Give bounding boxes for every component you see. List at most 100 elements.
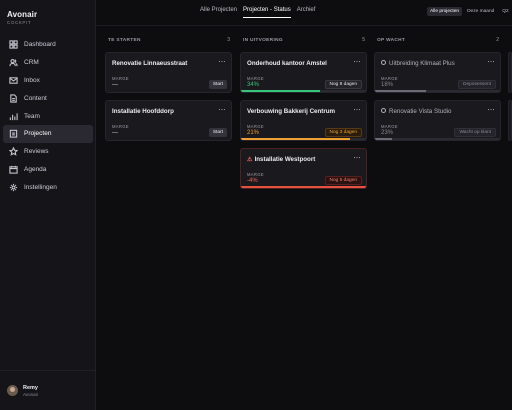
more-icon[interactable]: ⋯ xyxy=(354,154,361,162)
card-title: Verbouwing Bakkerij Centrum xyxy=(247,108,336,115)
margin-label: MARGE xyxy=(112,124,129,129)
paused-icon xyxy=(381,108,386,114)
paused-icon xyxy=(381,60,386,66)
sidebar-item-label: Instellingen xyxy=(24,183,57,191)
sidebar-item-label: CRM xyxy=(24,59,39,67)
more-icon[interactable]: ⋯ xyxy=(488,106,495,114)
sidebar-item-label: Team xyxy=(24,112,40,120)
sidebar-item-label: Content xyxy=(24,94,47,102)
margin-label: MARGE xyxy=(381,124,398,129)
card-title: Renovatie Vista Studio xyxy=(381,108,452,115)
deadline-badge: Nog 3 dagen xyxy=(324,128,362,137)
card-title: Installatie Hoofddorp xyxy=(112,108,174,115)
sidebar-item-dashboard[interactable]: Dashboard xyxy=(3,36,93,54)
sidebar: Avonair COCKPIT Dashboard CRM Inbox Cont… xyxy=(0,0,96,410)
sidebar-item-label: Reviews xyxy=(24,148,49,156)
column-title: OP WACHT xyxy=(377,37,406,43)
card-title: Renovatie Linnaeusstraat xyxy=(112,60,188,67)
column-title: TE STARTEN xyxy=(108,37,141,43)
brand-name: Avonair xyxy=(7,10,38,19)
sidebar-item-instellingen[interactable]: Instellingen xyxy=(3,178,93,196)
sidebar-item-label: Inbox xyxy=(24,76,40,84)
progress-bar xyxy=(241,90,366,92)
column-count: 2 xyxy=(496,37,499,43)
project-card[interactable]: Onderhoud kantoor Amstel ⋯ MARGE 34% Nog… xyxy=(240,52,367,93)
progress-fill xyxy=(375,138,392,140)
margin-value: — xyxy=(112,130,118,136)
top-bar: Alle Projecten Projecten - Status Archie… xyxy=(96,0,512,26)
calendar-icon xyxy=(8,164,18,174)
sidebar-item-crm[interactable]: CRM xyxy=(3,54,93,72)
progress-fill xyxy=(241,138,351,140)
team-icon xyxy=(8,111,18,121)
filter-q2[interactable]: Q2 xyxy=(499,7,511,16)
margin-value: 18% xyxy=(381,82,394,88)
clipboard-icon xyxy=(8,129,18,139)
sidebar-item-content[interactable]: Content xyxy=(3,89,93,107)
dashboard-icon xyxy=(8,40,18,50)
more-icon[interactable]: ⋯ xyxy=(488,58,495,66)
margin-value: 34% xyxy=(247,82,260,88)
tab-alle-projecten[interactable]: Alle Projecten xyxy=(200,7,237,18)
progress-bar xyxy=(241,186,366,188)
status-badge: Wacht op klant xyxy=(454,128,496,137)
margin-label: MARGE xyxy=(247,124,264,129)
progress-bar xyxy=(375,138,500,140)
column-header: IN UITVOERING 5 xyxy=(240,32,367,48)
deadline-badge: Nog 8 dagen xyxy=(324,80,362,89)
column-count: 3 xyxy=(227,37,230,43)
more-icon[interactable]: ⋯ xyxy=(354,106,361,114)
more-icon[interactable]: ⋯ xyxy=(354,58,361,66)
sidebar-item-inbox[interactable]: Inbox xyxy=(3,72,93,90)
project-card[interactable]: Installatie Hoofddorp ⋯ MARGE — Start xyxy=(105,100,232,141)
column-title: IN UITVOERING xyxy=(243,37,283,43)
project-card[interactable]: ⚠ Installatie Westpoort ⋯ MARGE -4% Nog 5… xyxy=(240,148,367,189)
tab-projecten-status[interactable]: Projecten - Status xyxy=(243,7,291,18)
project-card[interactable]: Renovatie Linnaeusstraat ⋯ MARGE — Start xyxy=(105,52,232,93)
more-icon[interactable]: ⋯ xyxy=(219,106,226,114)
sidebar-item-team[interactable]: Team xyxy=(3,107,93,125)
progress-bar xyxy=(375,90,500,92)
margin-label: MARGE xyxy=(247,172,264,177)
user-name: Remy xyxy=(23,384,38,391)
brand[interactable]: Avonair COCKPIT xyxy=(7,10,37,25)
sidebar-item-label: Projecten xyxy=(24,130,52,138)
user-org: Avonair xyxy=(23,391,39,397)
project-card[interactable] xyxy=(508,100,512,141)
progress-fill xyxy=(241,90,320,92)
progress-fill xyxy=(375,90,426,92)
margin-value: 23% xyxy=(381,130,394,136)
card-title: Onderhoud kantoor Amstel xyxy=(247,60,327,67)
sidebar-item-agenda[interactable]: Agenda xyxy=(3,161,93,179)
project-card[interactable]: Renovatie Vista Studio ⋯ MARGE 23% Wacht… xyxy=(374,100,501,141)
sidebar-item-reviews[interactable]: Reviews xyxy=(3,143,93,161)
sidebar-item-label: Agenda xyxy=(24,165,47,173)
column-header: TE STARTEN 3 xyxy=(105,32,232,48)
column-header: OP WACHT 2 xyxy=(374,32,501,48)
filter-alle-projecten[interactable]: Alle projecten xyxy=(427,7,463,16)
card-title-text: Installatie Westpoort xyxy=(254,156,316,163)
card-title: Uitbreiding Klimaat Plus xyxy=(381,60,455,67)
column-in-uitvoering: IN UITVOERING 5 Onderhoud kantoor Amstel… xyxy=(240,32,367,189)
users-icon xyxy=(8,58,18,68)
user-profile[interactable]: Remy Avonair xyxy=(0,370,96,410)
brand-subtitle: COCKPIT xyxy=(7,20,32,25)
more-icon[interactable]: ⋯ xyxy=(219,58,226,66)
sidebar-item-projecten[interactable]: Projecten xyxy=(3,124,93,143)
period-filters: Alle projecten Deze maand Q2 xyxy=(427,7,512,16)
card-title-text: Uitbreiding Klimaat Plus xyxy=(389,60,455,67)
filter-deze-maand[interactable]: Deze maand xyxy=(464,7,497,16)
sidebar-nav: Dashboard CRM Inbox Content Team Project… xyxy=(3,36,93,196)
margin-value: 21% xyxy=(247,130,260,136)
card-title: ⚠ Installatie Westpoort xyxy=(247,156,315,163)
margin-label: MARGE xyxy=(381,76,398,81)
column-te-starten: TE STARTEN 3 Renovatie Linnaeusstraat ⋯ … xyxy=(105,32,232,141)
project-card[interactable] xyxy=(508,52,512,93)
project-card[interactable]: Verbouwing Bakkerij Centrum ⋯ MARGE 21% … xyxy=(240,100,367,141)
start-button[interactable]: Start xyxy=(208,80,227,89)
column-count: 5 xyxy=(362,37,365,43)
view-tabs: Alle Projecten Projecten - Status Archie… xyxy=(200,7,321,18)
project-card[interactable]: Uitbreiding Klimaat Plus ⋯ MARGE 18% Dep… xyxy=(374,52,501,93)
start-button[interactable]: Start xyxy=(208,128,227,137)
tab-archief[interactable]: Archief xyxy=(297,7,316,18)
